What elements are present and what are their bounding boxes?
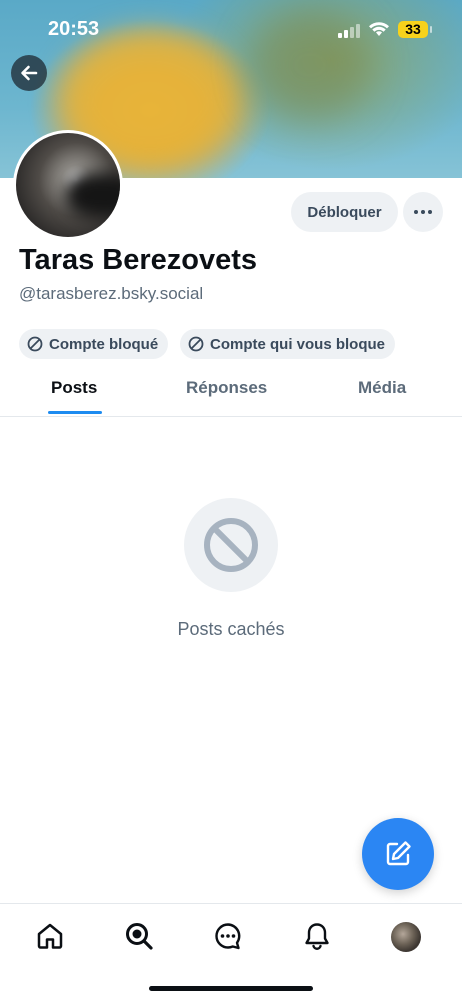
blocks-you-badge: Compte qui vous bloque	[180, 329, 395, 359]
hidden-posts-icon	[184, 498, 278, 592]
profile-tabs: Posts Réponses Média	[0, 362, 462, 417]
block-icon	[27, 336, 43, 352]
battery-icon: 33	[398, 21, 428, 38]
home-icon	[37, 923, 63, 949]
search-icon	[126, 923, 153, 950]
home-indicator	[149, 986, 313, 991]
cellular-signal-icon	[338, 24, 360, 38]
compose-button[interactable]	[362, 818, 434, 890]
bell-icon	[305, 923, 329, 950]
status-time: 20:53	[48, 18, 100, 40]
unblock-button[interactable]: Débloquer	[291, 192, 398, 232]
nav-chat[interactable]	[212, 920, 244, 952]
chat-icon	[215, 923, 241, 950]
bottom-navigation	[0, 903, 462, 1001]
back-button[interactable]	[11, 55, 47, 91]
avatar-image-shade	[66, 173, 120, 218]
active-tab-indicator	[48, 411, 102, 414]
badge-label: Compte qui vous bloque	[210, 335, 385, 353]
battery-cap	[430, 26, 432, 33]
badge-label: Compte bloqué	[49, 335, 159, 353]
ellipsis-icon	[414, 210, 432, 214]
more-options-button[interactable]	[403, 192, 443, 232]
arrow-left-icon	[21, 65, 38, 81]
tab-posts[interactable]: Posts	[51, 378, 97, 398]
compose-icon	[386, 841, 411, 866]
nav-home[interactable]	[34, 920, 66, 952]
blocked-account-badge: Compte bloqué	[19, 329, 169, 359]
profile-avatar[interactable]	[13, 130, 123, 240]
nav-search[interactable]	[123, 920, 155, 952]
block-icon	[204, 518, 258, 572]
empty-state-message: Posts cachés	[177, 619, 285, 639]
display-name: Taras Berezovets	[19, 244, 258, 276]
nav-profile-avatar[interactable]	[391, 922, 421, 952]
block-icon	[188, 336, 204, 352]
tab-replies[interactable]: Réponses	[186, 378, 267, 398]
status-bar: 20:53 33	[0, 0, 462, 62]
nav-notifications[interactable]	[301, 920, 333, 952]
wifi-icon	[368, 20, 390, 42]
user-handle: @tarasberez.bsky.social	[19, 284, 204, 303]
tab-media[interactable]: Média	[358, 378, 406, 398]
